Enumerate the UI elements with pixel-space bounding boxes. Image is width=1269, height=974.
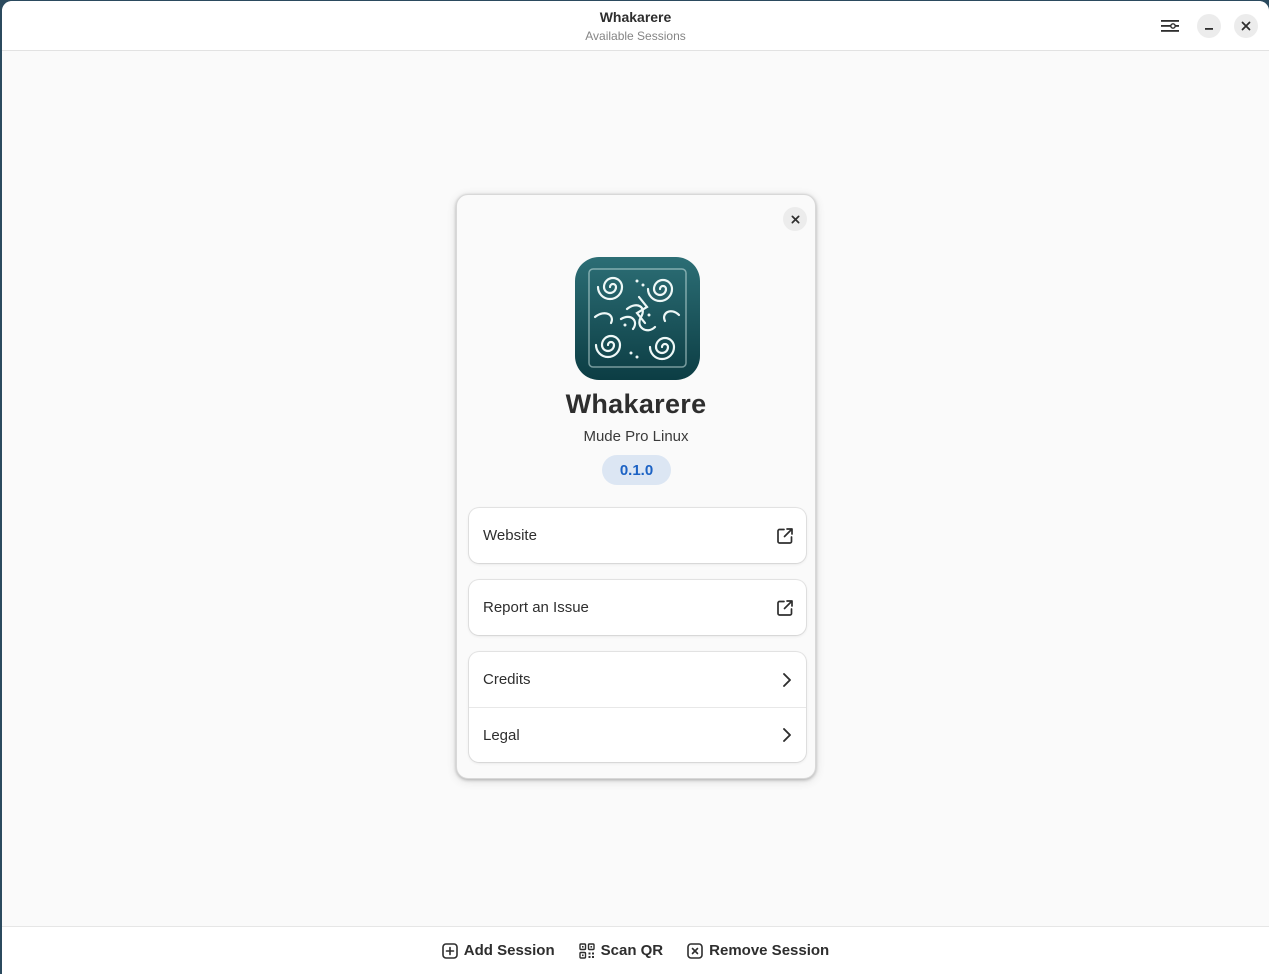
credits-legal-card: Credits Legal <box>469 652 806 762</box>
add-session-label: Add Session <box>463 942 555 959</box>
add-session-icon <box>441 942 458 959</box>
remove-session-button[interactable]: Remove Session <box>675 934 841 968</box>
app-window: Whakarere Available Sessions Whakarere M… <box>2 1 1269 974</box>
minimize-button[interactable] <box>1197 14 1221 38</box>
about-version-badge[interactable]: 0.1.0 <box>602 455 671 485</box>
window-titles: Whakarere Available Sessions <box>2 9 1269 44</box>
legal-row[interactable]: Legal <box>469 707 806 762</box>
window-subtitle: Available Sessions <box>585 29 686 43</box>
minimize-icon <box>1205 28 1213 30</box>
remove-session-label: Remove Session <box>709 942 830 959</box>
header-bar: Whakarere Available Sessions <box>2 1 1269 51</box>
external-link-icon <box>777 599 793 616</box>
about-developer-name: Mude Pro Linux <box>583 428 689 445</box>
credits-row[interactable]: Credits <box>469 652 806 707</box>
report-issue-row[interactable]: Report an Issue <box>469 580 806 635</box>
about-close-button[interactable] <box>783 207 807 231</box>
website-label: Website <box>483 527 537 544</box>
close-icon <box>790 214 800 224</box>
hamburger-menu-icon <box>1161 20 1179 32</box>
website-row[interactable]: Website <box>469 508 806 563</box>
about-app-name: Whakarere <box>565 389 707 419</box>
report-issue-card: Report an Issue <box>469 580 806 635</box>
chevron-right-icon <box>783 672 791 687</box>
website-card: Website <box>469 508 806 563</box>
window-title: Whakarere <box>599 9 672 25</box>
scan-qr-button[interactable]: Scan QR <box>567 934 676 968</box>
about-dialog: Whakarere Mude Pro Linux 0.1.0 Website R… <box>456 194 816 779</box>
chevron-right-icon <box>783 728 791 742</box>
footer-bar: Add Session Scan QR Remove Session <box>2 926 1269 974</box>
legal-label: Legal <box>483 726 520 744</box>
remove-session-icon <box>687 942 703 959</box>
add-session-button[interactable]: Add Session <box>430 934 567 968</box>
report-issue-label: Report an Issue <box>483 599 589 616</box>
close-icon <box>1241 21 1251 31</box>
scan-qr-label: Scan QR <box>600 942 664 959</box>
main-menu-button[interactable] <box>1156 14 1184 38</box>
external-link-icon <box>777 527 793 544</box>
qr-code-icon <box>578 942 595 959</box>
window-close-button[interactable] <box>1234 14 1258 38</box>
whakarere-app-icon <box>575 257 700 380</box>
credits-label: Credits <box>483 671 531 688</box>
